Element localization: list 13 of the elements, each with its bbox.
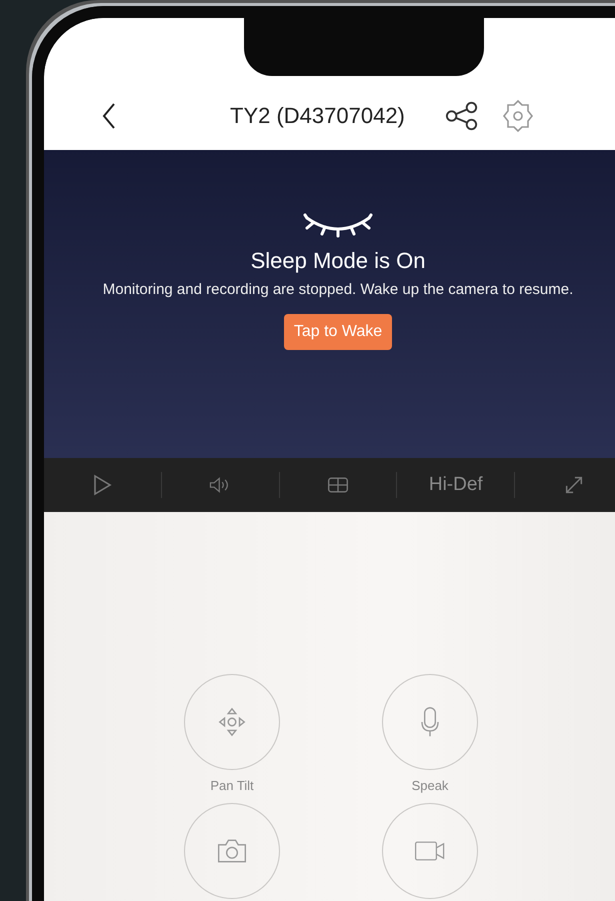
share-icon[interactable]	[444, 101, 479, 131]
window-title: TY2 (D43707042)	[230, 103, 405, 129]
back-icon[interactable]	[102, 103, 116, 129]
play-icon[interactable]	[91, 474, 114, 496]
sleep-message: Monitoring and recording are stopped. Wake up the camera to resume.	[102, 280, 574, 300]
closed-eye-icon	[303, 212, 373, 238]
sleep-title: Sleep Mode is On	[250, 248, 426, 274]
direction-pad-icon	[216, 706, 248, 738]
control-label: Pan Tilt	[210, 778, 254, 793]
quality-button[interactable]: Hi-Def	[428, 474, 483, 496]
control-label: Speak	[412, 778, 448, 793]
wake-button[interactable]: Tap to Wake	[284, 314, 392, 350]
settings-icon[interactable]	[500, 99, 535, 133]
